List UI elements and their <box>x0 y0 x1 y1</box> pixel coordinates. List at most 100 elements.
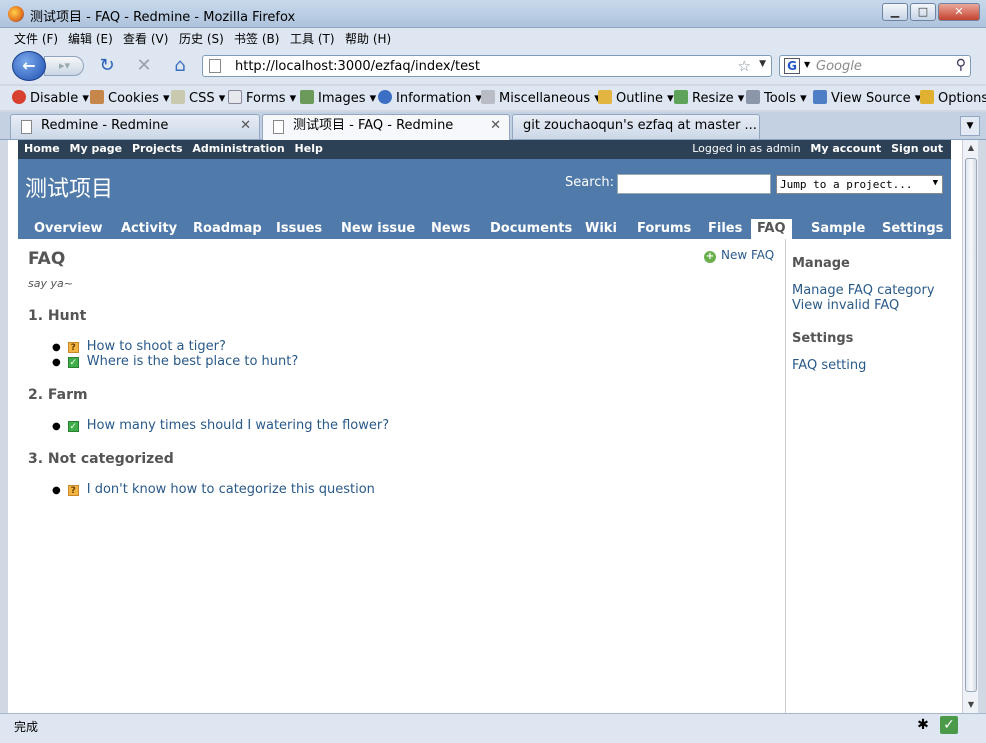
tab-label: Redmine - Redmine <box>41 118 169 133</box>
tab-forums[interactable]: Forums <box>631 219 697 239</box>
faq-item[interactable]: ●? How to shoot a tiger? <box>52 339 226 354</box>
forward-button[interactable]: ▸▾ <box>44 56 84 76</box>
tab-faq-selected[interactable]: FAQ <box>751 219 792 239</box>
new-faq-link[interactable]: + New FAQ <box>704 248 774 263</box>
tb-outline[interactable]: Outline ▾ <box>598 90 674 106</box>
url-text: http://localhost:3000/ezfaq/index/test <box>235 59 480 74</box>
jump-to-project-select[interactable]: Jump to a project... ▼ <box>776 175 943 194</box>
menu-file[interactable]: 文件 (F) <box>14 30 58 47</box>
images-icon <box>300 90 314 104</box>
tab-issues[interactable]: Issues <box>270 219 328 239</box>
close-tab-icon[interactable]: ✕ <box>240 115 251 137</box>
add-icon: + <box>704 251 716 263</box>
web-search-box[interactable]: G ▼ Google ⚲ <box>779 55 971 77</box>
top-link-my-account[interactable]: My account <box>810 142 881 155</box>
tb-cookies[interactable]: Cookies ▾ <box>90 90 170 106</box>
bullet: ● <box>52 421 61 432</box>
google-icon[interactable]: G <box>784 58 800 74</box>
tb-images[interactable]: Images ▾ <box>300 90 376 106</box>
home-icon[interactable]: ⌂ <box>170 57 190 77</box>
faq-question-link[interactable]: How to shoot a tiger? <box>87 339 226 354</box>
main-content: FAQ say ya~ + New FAQ 1. Hunt ●? How to sh… <box>18 239 785 713</box>
tab-new-issue[interactable]: New issue <box>335 219 421 239</box>
close-tab-icon[interactable]: ✕ <box>490 115 501 137</box>
firebug-icon[interactable]: ✱ <box>914 716 932 734</box>
top-link-my-page[interactable]: My page <box>70 142 123 155</box>
tb-view-source[interactable]: View Source ▾ <box>813 90 921 106</box>
faq-item[interactable]: ● ✓ Where is the best place to hunt? <box>52 354 298 369</box>
top-link-administration[interactable]: Administration <box>192 142 284 155</box>
menu-history[interactable]: 历史 (S) <box>179 30 224 47</box>
status-bar: 完成 ✱ ✓ <box>0 713 986 743</box>
menu-help[interactable]: 帮助 (H) <box>345 30 391 47</box>
main-menu: Overview Activity Roadmap Issues New iss… <box>18 218 951 239</box>
tb-miscellaneous[interactable]: Miscellaneous ▾ <box>481 90 601 106</box>
project-search-input[interactable] <box>617 174 771 194</box>
tab-news[interactable]: News <box>425 219 476 239</box>
scroll-down-icon[interactable]: ▼ <box>963 697 979 713</box>
category-heading: 1. Hunt <box>28 308 87 324</box>
tab-sample[interactable]: Sample <box>805 219 871 239</box>
tab-label: 测试项目 - FAQ - Redmine <box>293 118 454 133</box>
tb-information[interactable]: Information ▾ <box>378 90 482 106</box>
page-icon <box>273 120 284 134</box>
tb-css[interactable]: CSS ▾ <box>171 90 225 106</box>
scrollbar-thumb[interactable] <box>965 158 977 692</box>
sidebar-manage-title: Manage <box>792 256 850 271</box>
close-window-button[interactable]: ✕ <box>938 3 980 21</box>
page-icon <box>209 59 221 73</box>
tab-strip: Redmine - Redmine ✕ 测试项目 - FAQ - Redmine… <box>0 112 986 141</box>
tb-forms[interactable]: Forms ▾ <box>228 90 296 106</box>
tab-redmine[interactable]: Redmine - Redmine ✕ <box>10 114 260 139</box>
tb-disable[interactable]: Disable ▾ <box>12 90 89 106</box>
url-bar[interactable]: http://localhost:3000/ezfaq/index/test ☆… <box>202 55 772 77</box>
faq-item[interactable]: ● ✓ How many times should I watering the f… <box>52 418 389 433</box>
stop-icon[interactable]: ✕ <box>134 57 154 77</box>
menu-view[interactable]: 查看 (V) <box>123 30 168 47</box>
information-icon <box>378 90 392 104</box>
top-link-home[interactable]: Home <box>24 142 60 155</box>
top-link-help[interactable]: Help <box>295 142 323 155</box>
top-link-projects[interactable]: Projects <box>132 142 183 155</box>
menu-bookmarks[interactable]: 书签 (B) <box>234 30 279 47</box>
menu-edit[interactable]: 编辑 (E) <box>68 30 113 47</box>
faq-setting-link[interactable]: FAQ setting <box>792 358 866 373</box>
url-dropdown-icon[interactable]: ▼ <box>759 59 766 69</box>
search-icon[interactable]: ⚲ <box>956 57 966 73</box>
tab-activity[interactable]: Activity <box>115 219 183 239</box>
faq-item[interactable]: ●? I don't know how to categorize this qu… <box>52 482 375 497</box>
faq-question-link[interactable]: Where is the best place to hunt? <box>87 354 299 369</box>
maximize-button[interactable]: □ <box>910 3 936 21</box>
validator-icon[interactable]: ✓ <box>940 716 958 734</box>
menu-tools[interactable]: 工具 (T) <box>290 30 335 47</box>
view-invalid-faq-link[interactable]: View invalid FAQ <box>792 298 899 313</box>
tab-overview[interactable]: Overview <box>28 219 109 239</box>
tab-faq[interactable]: 测试项目 - FAQ - Redmine ✕ <box>262 114 510 141</box>
tab-settings[interactable]: Settings <box>876 219 949 239</box>
reload-icon[interactable]: ↻ <box>97 57 117 77</box>
bullet: ● <box>52 485 61 496</box>
faq-question-link[interactable]: I don't know how to categorize this ques… <box>87 482 375 497</box>
search-engine-dropdown-icon[interactable]: ▼ <box>804 60 810 69</box>
tab-roadmap[interactable]: Roadmap <box>187 219 268 239</box>
page-icon <box>21 120 32 134</box>
bookmark-star-icon[interactable]: ☆ <box>738 57 751 75</box>
tb-tools[interactable]: Tools ▾ <box>746 90 807 106</box>
faq-question-link[interactable]: How many times should I watering the flo… <box>87 418 389 433</box>
tb-resize[interactable]: Resize ▾ <box>674 90 744 106</box>
tab-documents[interactable]: Documents <box>484 219 578 239</box>
web-developer-toolbar: Disable ▾ Cookies ▾ CSS ▾ Forms ▾ Images… <box>0 86 986 110</box>
search-placeholder: Google <box>816 59 862 74</box>
tb-options[interactable]: Options <box>920 90 986 106</box>
tab-wiki[interactable]: Wiki <box>579 219 623 239</box>
tab-files[interactable]: Files <box>702 219 748 239</box>
tab-git[interactable]: git zouchaoqun's ezfaq at master ... <box>512 114 760 139</box>
top-link-sign-out[interactable]: Sign out <box>891 142 943 155</box>
tab-list-dropdown-icon[interactable]: ▼ <box>960 116 980 136</box>
manage-faq-category-link[interactable]: Manage FAQ category <box>792 283 935 298</box>
minimize-button[interactable]: ▁ <box>882 3 908 21</box>
back-button[interactable]: ← <box>12 51 46 81</box>
scroll-up-icon[interactable]: ▲ <box>963 140 979 156</box>
css-icon <box>171 90 185 104</box>
vertical-scrollbar[interactable]: ▲ ▼ <box>962 140 978 713</box>
